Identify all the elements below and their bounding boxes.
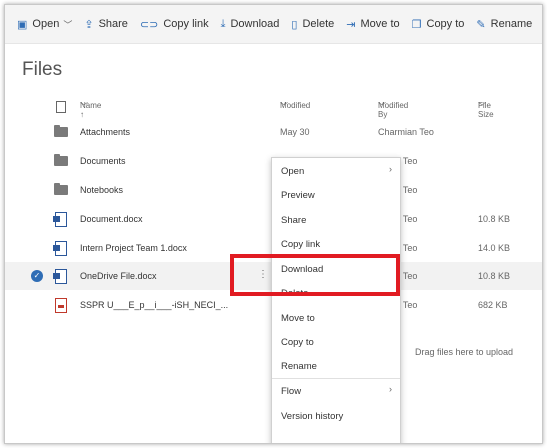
copy-link-icon: ⊂⊃ — [139, 18, 159, 31]
modified-by: Charmian Teo — [378, 127, 434, 137]
file-type-icon — [56, 101, 66, 113]
menu-item-open[interactable]: Open — [281, 166, 304, 177]
download-icon: ⤓ — [220, 17, 226, 30]
pdf-icon — [55, 298, 67, 313]
file-name[interactable]: Attachments — [80, 127, 130, 137]
share-button[interactable]: ⇪ Share — [78, 5, 134, 43]
chevron-right-icon: › — [389, 384, 392, 394]
file-name[interactable]: Notebooks — [80, 185, 123, 195]
move-to-button[interactable]: ⇥ Move to — [340, 5, 405, 43]
highlight-box — [230, 254, 400, 296]
copy-to-label: Copy to — [426, 18, 465, 30]
menu-item-copy-to[interactable]: Copy to — [281, 337, 314, 348]
chevron-down-icon: ﹀ — [378, 102, 386, 111]
download-button[interactable]: ⤓ Download — [215, 5, 286, 43]
chevron-right-icon: › — [389, 164, 392, 174]
download-label: Download — [230, 18, 280, 30]
file-size: 14.0 KB — [478, 243, 511, 253]
checkmark-icon[interactable]: ✓ — [31, 270, 43, 282]
menu-item-share[interactable]: Share — [281, 215, 306, 226]
chevron-down-icon: ﹀ — [63, 19, 73, 30]
open-icon: ▣ — [17, 18, 28, 31]
menu-item-flow[interactable]: Flow — [281, 386, 301, 397]
menu-item-version-history[interactable]: Version history — [281, 411, 343, 422]
folder-icon — [54, 183, 68, 195]
file-size: 10.8 KB — [478, 271, 511, 281]
chevron-down-icon: ﹀ — [280, 102, 288, 111]
file-name[interactable]: Intern Project Team 1.docx — [80, 243, 187, 253]
menu-item-move-to[interactable]: Move to — [281, 313, 315, 324]
file-name[interactable]: Document.docx — [80, 214, 143, 224]
file-size: 10.8 KB — [478, 214, 511, 224]
drag-upload-hint: Drag files here to upload — [415, 347, 514, 357]
folder-icon — [54, 154, 68, 166]
menu-item-rename[interactable]: Rename — [281, 361, 317, 372]
word-doc-icon — [53, 269, 67, 284]
chevron-down-icon: ﹀ — [478, 102, 486, 111]
word-doc-icon — [53, 241, 67, 256]
modified-date: May 30 — [280, 127, 310, 137]
delete-icon: ▯ — [291, 18, 298, 31]
delete-label: Delete — [302, 18, 335, 30]
chevron-down-icon: ﹀ — [80, 102, 88, 111]
file-name[interactable]: OneDrive File.docx — [80, 271, 157, 281]
open-label: Open — [32, 18, 60, 30]
rename-icon: ✎ — [476, 18, 486, 31]
delete-button[interactable]: ▯ Delete — [285, 5, 340, 43]
file-name[interactable]: Documents — [80, 156, 126, 166]
context-menu: Open › Preview Share Copy link Download … — [271, 157, 401, 443]
table-row[interactable]: Attachments May 30 Charmian Teo — [5, 118, 542, 146]
open-button[interactable]: ▣ Open ﹀ — [5, 5, 78, 43]
copy-link-button[interactable]: ⊂⊃ Copy link — [134, 5, 215, 43]
page-title: Files — [22, 59, 63, 80]
rename-label: Rename — [490, 18, 533, 30]
flow-button[interactable]: ⚯ — [538, 5, 542, 43]
share-icon: ⇪ — [84, 18, 94, 31]
command-bar: ▣ Open ﹀ ⇪ Share ⊂⊃ Copy link ⤓ Download… — [5, 5, 542, 44]
rename-button[interactable]: ✎ Rename — [470, 5, 538, 43]
move-to-label: Move to — [360, 18, 400, 30]
move-to-icon: ⇥ — [346, 18, 356, 31]
menu-item-copy-link[interactable]: Copy link — [281, 239, 320, 250]
file-name[interactable]: SSPR U___E_p__i___-iSH_NECI_... — [80, 300, 228, 310]
copy-link-label: Copy link — [163, 18, 209, 30]
file-size: 682 KB — [478, 300, 508, 310]
menu-divider — [272, 378, 400, 379]
copy-to-icon: ❐ — [411, 18, 422, 31]
copy-to-button[interactable]: ❐ Copy to — [406, 5, 471, 43]
folder-icon — [54, 125, 68, 137]
word-doc-icon — [53, 212, 67, 227]
share-label: Share — [98, 18, 128, 30]
menu-item-preview[interactable]: Preview — [281, 190, 315, 201]
onedrive-window: ▣ Open ﹀ ⇪ Share ⊂⊃ Copy link ⤓ Download… — [4, 4, 543, 444]
